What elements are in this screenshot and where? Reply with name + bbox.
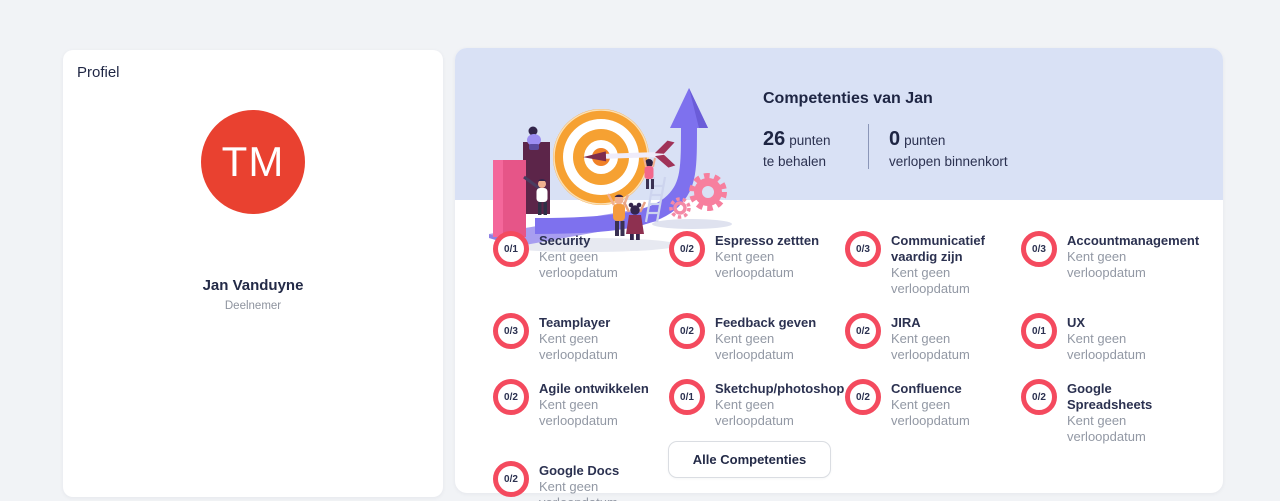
all-competencies-button[interactable]: Alle Competenties [668, 441, 831, 478]
competency-expiry: Kent geen verloopdatum [1067, 413, 1175, 445]
competencies-panel: Competenties van Jan 26 punten te behalen… [455, 48, 1223, 493]
competency-name: Google Spreadsheets [1067, 381, 1197, 413]
competencies-stats: 26 punten te behalen 0 punten verlopen bin… [763, 128, 1008, 169]
competency-item[interactable]: 0/3 Teamplayer Kent geen verloopdatum [493, 313, 669, 363]
competency-score-badge: 0/3 [493, 313, 529, 349]
stat-value: 26 [763, 128, 785, 150]
competency-expiry: Kent geen verloopdatum [539, 331, 647, 363]
competency-expiry: Kent geen verloopdatum [891, 331, 999, 363]
competency-name: Google Docs [539, 463, 647, 479]
competency-expiry: Kent geen verloopdatum [715, 397, 823, 429]
gear-small-icon [671, 199, 689, 217]
profile-name: Jan Vanduyne [63, 277, 443, 294]
competency-score-badge: 0/2 [845, 313, 881, 349]
competency-expiry: Kent geen verloopdatum [891, 397, 999, 429]
stat-points-expiring: 0 punten verlopen binnenkort [889, 128, 1008, 169]
competency-expiry: Kent geen verloopdatum [539, 479, 647, 501]
ground-shadow-small [652, 219, 732, 229]
competency-name: Accountmanagement [1067, 233, 1199, 249]
competency-item[interactable]: 0/1 UX Kent geen verloopdatum [1021, 313, 1197, 363]
profile-card: Profiel TM Jan Vanduyne Deelnemer [63, 50, 443, 497]
competency-text: Google Docs Kent geen verloopdatum [539, 461, 647, 501]
hanging-person-icon [644, 158, 655, 189]
competency-text: Accountmanagement Kent geen verloopdatum [1067, 231, 1199, 281]
competency-text: Confluence Kent geen verloopdatum [891, 379, 999, 429]
competency-text: Teamplayer Kent geen verloopdatum [539, 313, 647, 363]
competency-text: Sketchup/photoshop Kent geen verloopdatu… [715, 379, 844, 429]
avatar-initials: TM [222, 138, 285, 186]
competency-item[interactable]: 0/1 Security Kent geen verloopdatum [493, 231, 669, 281]
profile-role: Deelnemer [63, 300, 443, 312]
competency-name: JIRA [891, 315, 999, 331]
competency-item[interactable]: 0/1 Sketchup/photoshop Kent geen verloop… [669, 379, 845, 429]
avatar: TM [201, 110, 305, 214]
stats-divider [868, 124, 869, 169]
competency-text: Agile ontwikkelen Kent geen verloopdatum [539, 379, 649, 429]
competency-score-badge: 0/3 [1021, 231, 1057, 267]
competency-name: Espresso zettten [715, 233, 823, 249]
competency-item[interactable]: 0/3 Accountmanagement Kent geen verloopd… [1021, 231, 1197, 281]
competencies-header-banner: Competenties van Jan 26 punten te behalen… [455, 48, 1223, 200]
competency-score-badge: 0/2 [493, 379, 529, 415]
competency-score-badge: 0/3 [845, 231, 881, 267]
competency-item[interactable]: 0/2 Feedback geven Kent geen verloopdatu… [669, 313, 845, 363]
stat-label: te behalen [763, 154, 848, 169]
competency-text: Espresso zettten Kent geen verloopdatum [715, 231, 823, 281]
competency-item[interactable]: 0/2 Google Spreadsheets Kent geen verloo… [1021, 379, 1197, 445]
competency-item[interactable]: 0/2 Agile ontwikkelen Kent geen verloopd… [493, 379, 669, 429]
competency-item[interactable]: 0/2 Espresso zettten Kent geen verloopda… [669, 231, 845, 281]
competency-text: Google Spreadsheets Kent geen verloopdat… [1067, 379, 1197, 445]
competency-item[interactable]: 0/3 Communicatief vaardig zijn Kent geen… [845, 231, 1021, 297]
profile-card-title: Profiel [77, 64, 120, 81]
competency-name: Sketchup/photoshop [715, 381, 844, 397]
competency-name: Agile ontwikkelen [539, 381, 649, 397]
gear-icon [692, 176, 724, 208]
stat-unit: punten [904, 133, 945, 148]
competency-score-badge: 0/1 [669, 379, 705, 415]
competency-name: Confluence [891, 381, 999, 397]
competency-expiry: Kent geen verloopdatum [715, 249, 823, 281]
competency-text: Security Kent geen verloopdatum [539, 231, 647, 281]
stat-unit: punten [789, 133, 830, 148]
competency-expiry: Kent geen verloopdatum [1067, 331, 1175, 363]
competency-score-badge: 0/2 [669, 231, 705, 267]
competency-name: UX [1067, 315, 1175, 331]
competency-name: Teamplayer [539, 315, 647, 331]
competency-score-badge: 0/1 [1021, 313, 1057, 349]
sitting-person-icon [527, 127, 541, 151]
competency-expiry: Kent geen verloopdatum [715, 331, 823, 363]
competency-score-badge: 0/2 [1021, 379, 1057, 415]
competency-score-badge: 0/2 [669, 313, 705, 349]
stat-points-to-earn: 26 punten te behalen [763, 128, 848, 169]
competencies-grid: 0/1 Security Kent geen verloopdatum 0/2 … [493, 231, 1197, 501]
competency-text: Feedback geven Kent geen verloopdatum [715, 313, 823, 363]
competency-name: Security [539, 233, 647, 249]
competency-item[interactable]: 0/2 Confluence Kent geen verloopdatum [845, 379, 1021, 429]
competency-item[interactable]: 0/2 Google Docs Kent geen verloopdatum [493, 461, 669, 501]
competency-expiry: Kent geen verloopdatum [539, 397, 647, 429]
competency-score-badge: 0/2 [493, 461, 529, 497]
stat-value: 0 [889, 128, 900, 150]
competency-item[interactable]: 0/2 JIRA Kent geen verloopdatum [845, 313, 1021, 363]
competency-expiry: Kent geen verloopdatum [1067, 249, 1175, 281]
competencies-title: Competenties van Jan [763, 90, 1008, 108]
competency-text: Communicatief vaardig zijn Kent geen ver… [891, 231, 1021, 297]
stat-label: verlopen binnenkort [889, 154, 1008, 169]
competency-score-badge: 0/1 [493, 231, 529, 267]
competency-name: Feedback geven [715, 315, 823, 331]
competency-text: UX Kent geen verloopdatum [1067, 313, 1175, 363]
competency-score-badge: 0/2 [845, 379, 881, 415]
competency-name: Communicatief vaardig zijn [891, 233, 1021, 265]
competency-text: JIRA Kent geen verloopdatum [891, 313, 999, 363]
competency-expiry: Kent geen verloopdatum [891, 265, 999, 297]
competency-expiry: Kent geen verloopdatum [539, 249, 647, 281]
